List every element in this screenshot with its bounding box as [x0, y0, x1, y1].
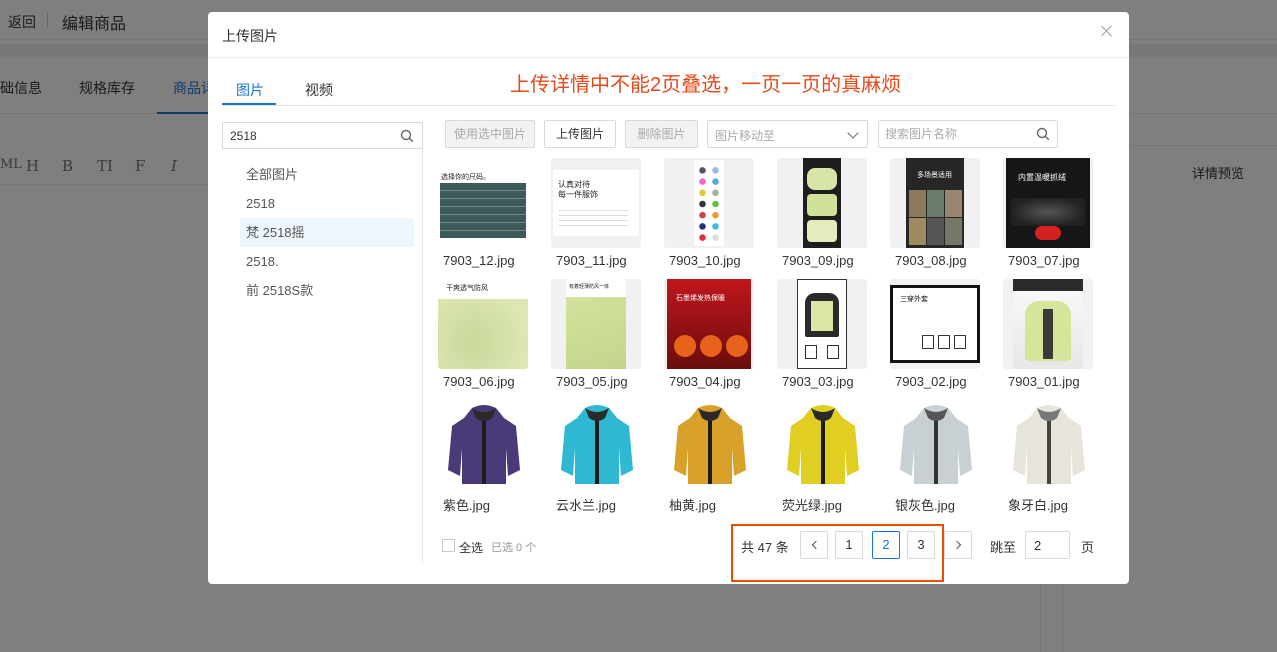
- image-thumbnail[interactable]: 有着轻薄防风一体: [551, 279, 641, 369]
- image-filename: 银灰色.jpg: [895, 498, 955, 513]
- image-thumbnail[interactable]: [777, 158, 867, 248]
- category-search-input[interactable]: [230, 127, 390, 145]
- thumb-text: 认真对待 每一件服饰: [558, 180, 598, 199]
- image-filename: 7903_03.jpg: [782, 374, 854, 389]
- search-icon[interactable]: [400, 129, 414, 143]
- tab-underline: [222, 103, 276, 105]
- image-filename: 7903_06.jpg: [443, 374, 515, 389]
- move-to-select[interactable]: 图片移动至: [707, 120, 868, 148]
- category-list: 全部图片 2518 梵 2518摇 2518. 前 2518S款: [240, 160, 414, 305]
- thumb-text: 石墨烯发热保暖: [676, 295, 725, 302]
- category-item[interactable]: 2518.: [240, 247, 414, 276]
- thumb-text: 三穿外套: [900, 296, 928, 303]
- image-filename: 7903_07.jpg: [1008, 253, 1080, 268]
- thumb-text: 多场景适用: [917, 172, 952, 179]
- image-thumbnail[interactable]: [664, 158, 754, 248]
- chevron-right-icon: [952, 540, 962, 550]
- thumb-text: 选择你的尺码。: [441, 174, 490, 181]
- image-filename: 7903_08.jpg: [895, 253, 967, 268]
- jacket-image: [674, 405, 746, 484]
- image-filename: 柚黄.jpg: [669, 498, 716, 513]
- image-thumbnail[interactable]: [664, 400, 754, 490]
- upload-button[interactable]: 上传图片: [544, 120, 616, 148]
- image-filename: 象牙白.jpg: [1008, 498, 1068, 513]
- image-filename: 云水兰.jpg: [556, 498, 616, 513]
- jacket-image: [561, 405, 633, 484]
- image-filename: 7903_11.jpg: [556, 253, 627, 268]
- image-filename: 荧光绿.jpg: [782, 498, 842, 513]
- chevron-down-icon: [847, 127, 859, 139]
- category-panel: 全部图片 2518 梵 2518摇 2518. 前 2518S款: [222, 122, 423, 563]
- upload-image-modal: 上传图片 图片 视频 上传详情中不能2页叠选，一页一页的真麻烦 全部图片 251…: [208, 12, 1129, 584]
- image-thumbnail[interactable]: 内置温暖抓绒: [1003, 158, 1093, 248]
- size-table-graphic: [440, 183, 526, 238]
- image-thumbnail[interactable]: 三穿外套: [890, 279, 980, 369]
- highlight-box: [731, 524, 944, 582]
- annotation-text: 上传详情中不能2页叠选，一页一页的真麻烦: [510, 74, 902, 96]
- image-thumbnail[interactable]: [890, 400, 980, 490]
- thumb-text: 内置温暖抓绒: [1018, 173, 1066, 182]
- image-filename: 7903_10.jpg: [669, 253, 741, 268]
- thumb-text: 有着轻薄防风一体: [569, 284, 610, 290]
- search-icon[interactable]: [1036, 127, 1050, 141]
- image-thumbnail[interactable]: 多场景适用: [890, 158, 980, 248]
- category-item[interactable]: 梵 2518摇: [240, 218, 414, 247]
- jump-unit: 页: [1081, 540, 1095, 555]
- tab-videos[interactable]: 视频: [305, 80, 333, 100]
- image-thumbnail[interactable]: [1003, 279, 1093, 369]
- selected-count: 已选 0 个: [491, 542, 537, 554]
- image-search: [878, 120, 1058, 148]
- color-swatch-graphic: [696, 164, 722, 244]
- image-filename: 7903_12.jpg: [443, 253, 515, 268]
- modal-title: 上传图片: [222, 28, 278, 44]
- category-search: [222, 122, 423, 149]
- image-thumbnail[interactable]: [551, 400, 641, 490]
- jacket-image: [1013, 405, 1085, 484]
- use-selected-button[interactable]: 使用选中图片: [445, 120, 535, 148]
- image-thumbnail[interactable]: 选择你的尺码。: [438, 158, 528, 248]
- image-filename: 7903_02.jpg: [895, 374, 967, 389]
- image-filename: 7903_05.jpg: [556, 374, 628, 389]
- image-thumbnail[interactable]: [438, 400, 528, 490]
- image-search-input[interactable]: [885, 126, 1025, 142]
- tab-images[interactable]: 图片: [236, 80, 264, 100]
- jacket-image: [900, 405, 972, 484]
- image-filename: 7903_04.jpg: [669, 374, 741, 389]
- image-filename: 7903_09.jpg: [782, 253, 854, 268]
- close-icon[interactable]: [1099, 23, 1115, 39]
- category-item[interactable]: 全部图片: [240, 160, 414, 189]
- modal-header: 上传图片: [208, 12, 1129, 58]
- move-to-placeholder: 图片移动至: [715, 129, 776, 143]
- jump-page-input[interactable]: [1025, 531, 1070, 559]
- text-lines-graphic: [558, 206, 628, 228]
- image-thumbnail[interactable]: [1003, 400, 1093, 490]
- next-page-button[interactable]: [944, 531, 972, 559]
- image-thumbnail[interactable]: [777, 279, 867, 369]
- jacket-image: [787, 405, 859, 484]
- image-thumbnail[interactable]: 石墨烯发热保暖: [664, 279, 754, 369]
- jump-label: 跳至: [990, 540, 1017, 555]
- image-filename: 7903_01.jpg: [1008, 374, 1080, 389]
- image-filename: 紫色.jpg: [443, 498, 490, 513]
- select-all-checkbox[interactable]: [442, 539, 455, 552]
- select-all-label[interactable]: 全选: [459, 539, 483, 556]
- image-thumbnail[interactable]: [777, 400, 867, 490]
- category-item[interactable]: 2518: [240, 189, 414, 218]
- thumb-text: 干爽透气防风: [446, 285, 488, 292]
- image-thumbnail[interactable]: 认真对待 每一件服饰: [551, 158, 641, 248]
- image-thumbnail[interactable]: 干爽透气防风: [438, 279, 528, 369]
- jacket-image: [448, 405, 520, 484]
- category-item[interactable]: 前 2518S款: [240, 276, 414, 305]
- delete-button[interactable]: 删除图片: [625, 120, 698, 148]
